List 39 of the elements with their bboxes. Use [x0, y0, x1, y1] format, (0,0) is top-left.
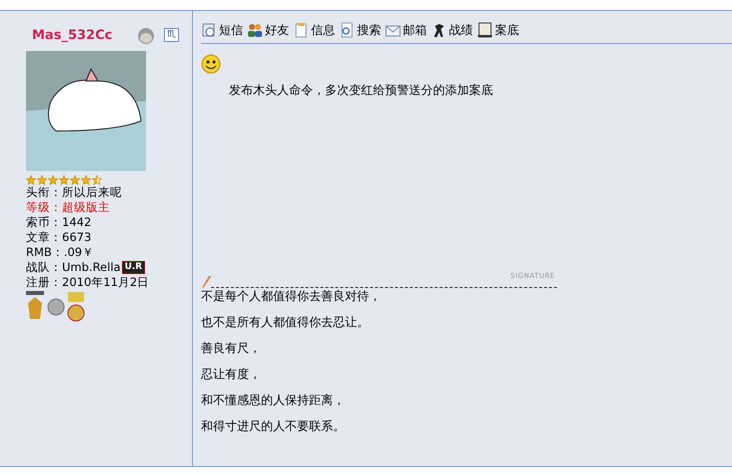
toolbar-link[interactable]: 信息	[293, 22, 335, 38]
field-label: 文章：	[26, 230, 62, 245]
signature-line: 忍让有度，	[201, 367, 261, 381]
signature-line: 和不懂感恩的人保持距离，	[201, 393, 345, 407]
toolbar-link[interactable]: 案底	[477, 22, 519, 38]
signature-line: 善良有尺，	[201, 341, 261, 355]
field-value: 所以后来呢	[62, 185, 122, 200]
clipboard-icon	[293, 22, 309, 38]
avatar-face-icon	[136, 25, 156, 45]
post-text: 发布木头人命令，多次变红给预警送分的添加案底	[229, 82, 493, 99]
field-label: 等级：	[26, 200, 62, 215]
field-value: 6673	[62, 230, 92, 245]
field-label: 注册：	[26, 275, 62, 290]
signature-line: 和得寸进尺的人不要联系。	[201, 419, 345, 433]
toolbar-link[interactable]: 短信	[201, 22, 243, 38]
signature-line: 不是每个人都值得你去善良对待，	[201, 289, 381, 303]
field-value: Umb.Rella	[62, 260, 121, 275]
field-value: 2010年11月2日	[62, 275, 150, 290]
toolbar-link[interactable]: 邮箱	[385, 22, 427, 38]
medals-drawing	[26, 291, 86, 323]
username[interactable]: Mas_532Cc	[26, 28, 136, 42]
people-icon	[247, 22, 263, 38]
pencil-icon	[201, 275, 211, 289]
scroll-icon	[477, 22, 493, 38]
field-label: RMB：	[26, 245, 64, 260]
team-badge: U.R	[122, 261, 146, 274]
zodiac-badge: ♏	[164, 28, 179, 42]
toolbar-link[interactable]: 战绩	[431, 22, 473, 38]
search-icon	[339, 22, 355, 38]
smiley-icon	[201, 54, 221, 74]
field-value: .09￥	[64, 245, 94, 260]
field-label: 索币：	[26, 215, 62, 230]
toolbar-link[interactable]: 搜索	[339, 22, 381, 38]
field-label: 头衔：	[26, 185, 62, 200]
field-value: 超级版主	[62, 200, 110, 215]
field-label: 战队：	[26, 260, 62, 275]
signature-line: 也不是所有人都值得你去忍让。	[201, 315, 369, 329]
toolbar-link[interactable]: 好友	[247, 22, 289, 38]
field-value: 1442	[62, 215, 92, 230]
